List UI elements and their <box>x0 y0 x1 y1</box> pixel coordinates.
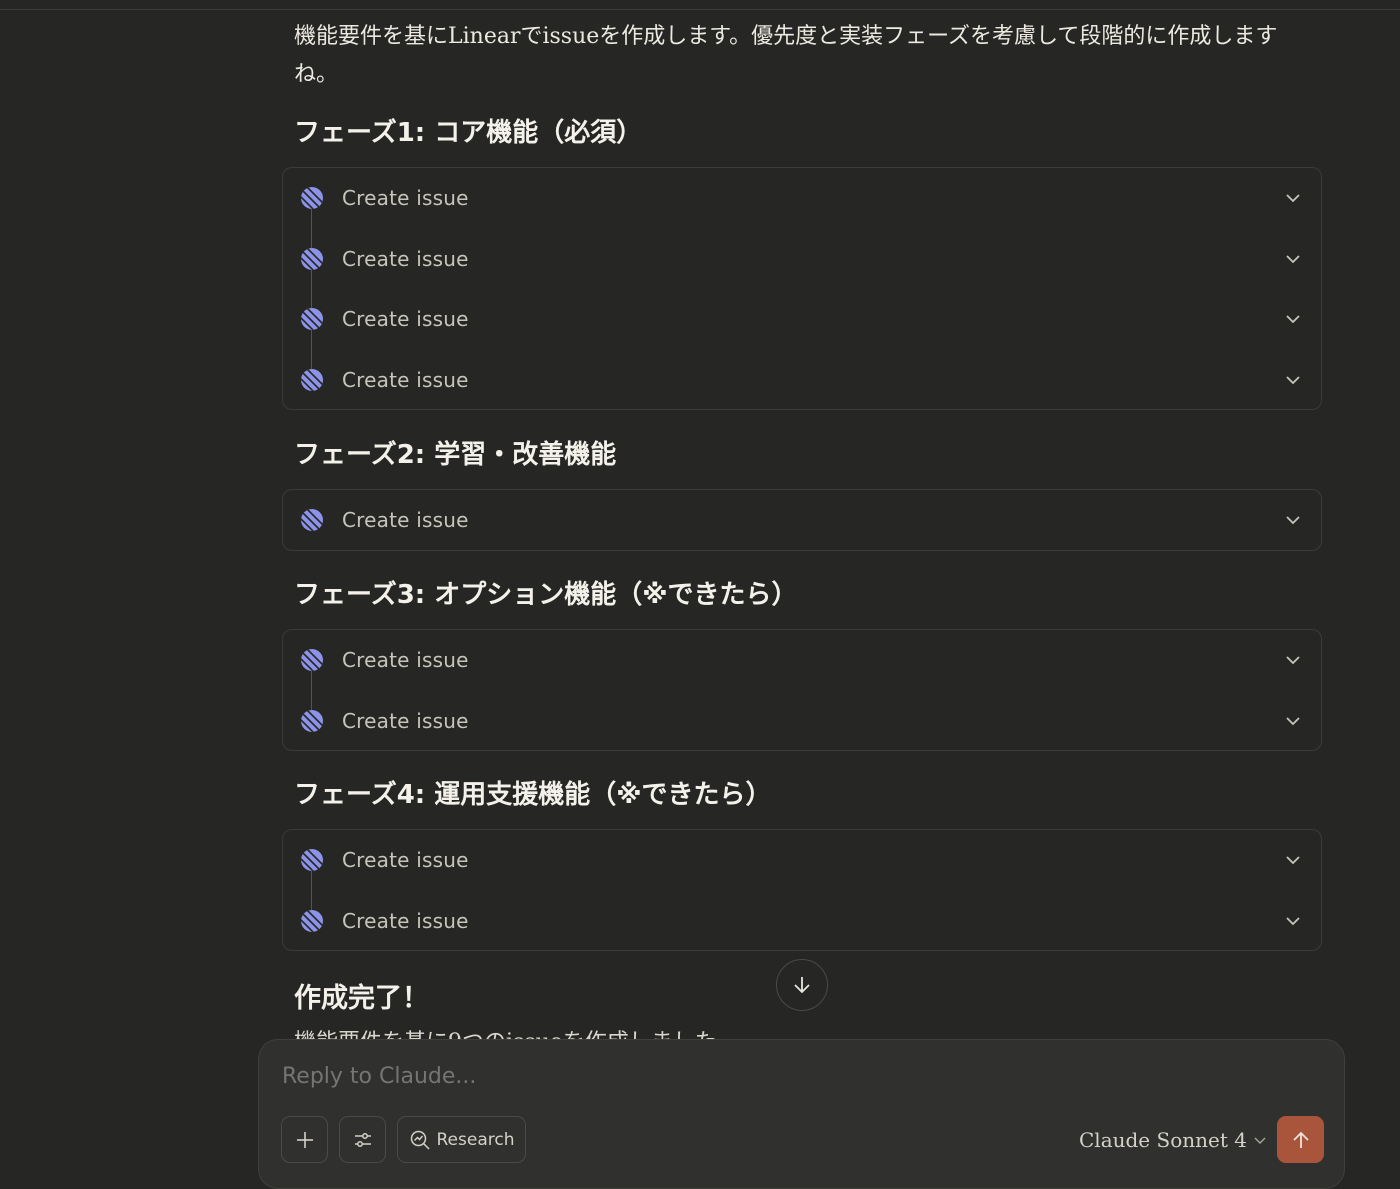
linear-icon <box>301 909 323 932</box>
chevron-down-icon[interactable] <box>1283 309 1303 329</box>
reply-composer: Research Claude Sonnet 4 <box>258 1039 1345 1189</box>
issue-label: Create issue <box>342 246 469 271</box>
chevron-down-icon[interactable] <box>1283 510 1303 530</box>
issue-label: Create issue <box>342 186 469 211</box>
chevron-down-icon[interactable] <box>1283 911 1303 931</box>
issue-row[interactable]: Create issue <box>283 891 1321 952</box>
linear-icon <box>301 709 323 732</box>
sliders-icon <box>354 1132 371 1147</box>
chevron-down-icon[interactable] <box>1283 650 1303 670</box>
tools-button[interactable] <box>339 1116 386 1163</box>
research-icon <box>410 1130 430 1150</box>
linear-icon <box>301 187 323 210</box>
linear-icon <box>301 368 323 391</box>
plus-icon <box>296 1131 313 1148</box>
issue-label: Create issue <box>342 367 469 392</box>
chevron-down-icon[interactable] <box>1283 850 1303 870</box>
add-button[interactable] <box>281 1116 328 1163</box>
phase-3-issue-group: Create issue Create issue <box>282 629 1322 751</box>
issue-row[interactable]: Create issue <box>283 168 1321 229</box>
issue-row[interactable]: Create issue <box>283 490 1321 550</box>
issue-row[interactable]: Create issue <box>283 350 1321 411</box>
arrow-down-icon <box>794 977 810 994</box>
research-button[interactable]: Research <box>397 1116 526 1163</box>
chevron-down-icon[interactable] <box>1283 711 1303 731</box>
phase-2-heading: フェーズ2: 学習・改善機能 <box>294 440 617 470</box>
issue-label: Create issue <box>342 848 469 873</box>
phase-1-issue-group: Create issue Create issue Create issue C… <box>282 167 1322 410</box>
model-label: Claude Sonnet 4 <box>1079 1128 1247 1152</box>
linear-icon <box>301 308 323 331</box>
linear-icon <box>301 509 323 531</box>
chevron-down-icon[interactable] <box>1283 370 1303 390</box>
send-button[interactable] <box>1277 1116 1324 1163</box>
research-label: Research <box>436 1129 515 1150</box>
reply-input[interactable] <box>282 1064 982 1089</box>
linear-icon <box>301 649 323 672</box>
issue-label: Create issue <box>342 908 469 933</box>
completion-heading: 作成完了！ <box>294 983 429 1014</box>
issue-label: Create issue <box>342 508 469 532</box>
top-divider <box>0 9 1400 10</box>
scroll-to-bottom-button[interactable] <box>776 959 828 1011</box>
chevron-down-icon[interactable] <box>1283 188 1303 208</box>
chevron-down-icon <box>1254 1137 1266 1144</box>
phase-3-heading: フェーズ3: オプション機能（※できたら） <box>294 580 798 610</box>
linear-icon <box>301 849 323 872</box>
issue-label: Create issue <box>342 648 469 673</box>
issue-row[interactable]: Create issue <box>283 229 1321 290</box>
issue-row[interactable]: Create issue <box>283 691 1321 752</box>
phase-2-issue-group: Create issue <box>282 489 1322 551</box>
arrow-up-icon <box>1292 1131 1309 1148</box>
issue-row[interactable]: Create issue <box>283 289 1321 350</box>
issue-row[interactable]: Create issue <box>283 630 1321 691</box>
chevron-down-icon[interactable] <box>1283 249 1303 269</box>
phase-4-issue-group: Create issue Create issue <box>282 829 1322 951</box>
intro-text: 機能要件を基にLinearでissueを作成します。優先度と実装フェーズを考慮し… <box>294 24 1278 87</box>
model-selector[interactable]: Claude Sonnet 4 <box>1079 1128 1267 1152</box>
issue-label: Create issue <box>342 708 469 733</box>
phase-4-heading: フェーズ4: 運用支援機能（※できたら） <box>294 780 772 810</box>
phase-1-heading: フェーズ1: コア機能（必須） <box>294 118 643 148</box>
issue-row[interactable]: Create issue <box>283 830 1321 891</box>
linear-icon <box>301 247 323 270</box>
issue-label: Create issue <box>342 307 469 332</box>
